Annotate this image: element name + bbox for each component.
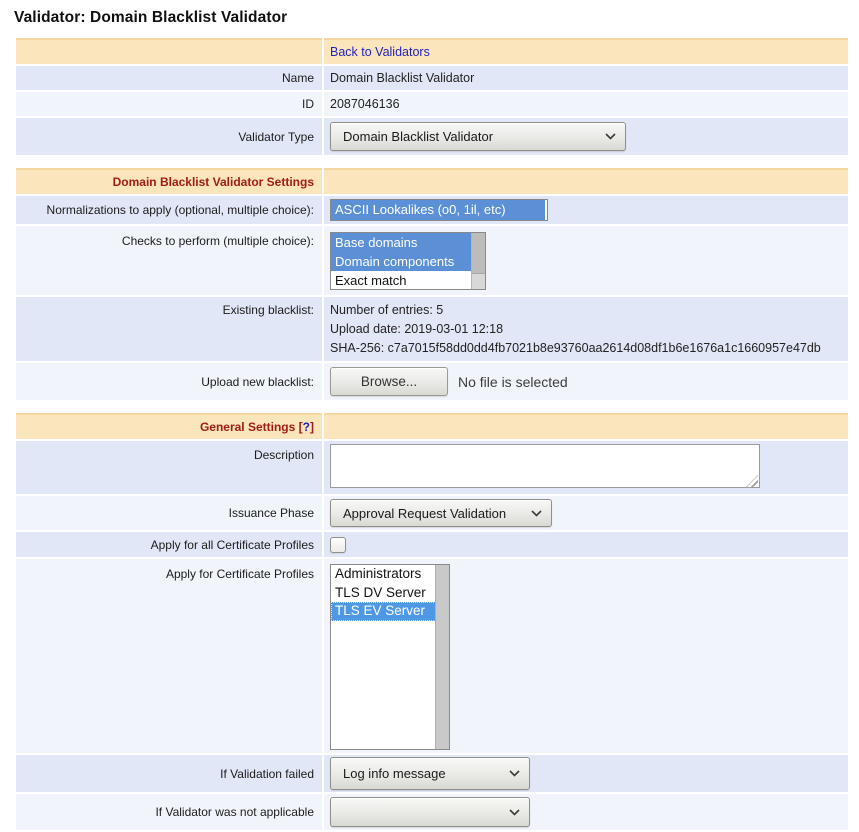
- description-cell: [324, 441, 848, 494]
- normalizations-row: Normalizations to apply (optional, multi…: [16, 196, 848, 224]
- header-spacer-cell: [16, 38, 322, 64]
- normalizations-label: Normalizations to apply (optional, multi…: [16, 196, 322, 224]
- checks-option-base-domains[interactable]: Base domains: [331, 233, 472, 252]
- upload-blacklist-label: Upload new blacklist:: [16, 363, 322, 400]
- name-row: Name Domain Blacklist Validator: [16, 66, 848, 90]
- browse-button[interactable]: Browse...: [330, 367, 448, 396]
- blacklist-settings-table: Domain Blacklist Validator Settings Norm…: [14, 166, 850, 402]
- id-label: ID: [16, 92, 322, 116]
- issuance-phase-cell: Approval Request Validation: [324, 496, 848, 530]
- apply-profiles-cell: Administrators TLS DV Server TLS EV Serv…: [324, 559, 848, 753]
- checks-cell: Base domains Domain components Exact mat…: [324, 226, 848, 295]
- normalizations-select[interactable]: ASCII Lookalikes (o0, 1il, etc): [330, 199, 548, 221]
- profiles-listbox-scrollbar[interactable]: [435, 565, 449, 749]
- validator-type-selected-value: Domain Blacklist Validator: [343, 129, 493, 144]
- general-header-spacer: [324, 413, 848, 439]
- chevron-down-icon: [605, 133, 616, 140]
- apply-all-profiles-label: Apply for all Certificate Profiles: [16, 532, 322, 557]
- existing-blacklist-cell: Number of entries: 5 Upload date: 2019-0…: [324, 297, 848, 361]
- header-link-cell: Back to Validators: [324, 38, 848, 64]
- id-value: 2087046136: [324, 92, 848, 116]
- profile-option-tls-ev-server[interactable]: TLS EV Server: [331, 602, 436, 621]
- blacklist-entry-count: Number of entries: 5: [330, 301, 840, 320]
- chevron-down-icon: [531, 510, 542, 517]
- blacklist-upload-date: Upload date: 2019-03-01 12:18: [330, 320, 840, 339]
- validator-not-applicable-select[interactable]: [330, 797, 530, 827]
- checks-select-scrollbar[interactable]: [471, 233, 485, 289]
- existing-blacklist-label: Existing blacklist:: [16, 297, 322, 361]
- settings-section-title: Domain Blacklist Validator Settings: [113, 175, 314, 189]
- upload-blacklist-cell: Browse... No file is selected: [324, 363, 848, 400]
- validator-not-applicable-cell: [324, 794, 848, 830]
- back-to-validators-link[interactable]: Back to Validators: [330, 45, 430, 59]
- validator-type-label: Validator Type: [16, 118, 322, 155]
- settings-header-cell: Domain Blacklist Validator Settings: [16, 168, 322, 194]
- validator-not-applicable-label: If Validator was not applicable: [16, 794, 322, 830]
- name-label: Name: [16, 66, 322, 90]
- issuance-phase-selected-value: Approval Request Validation: [343, 506, 506, 521]
- checks-option-exact-match[interactable]: Exact match: [331, 271, 472, 290]
- settings-header-row: Domain Blacklist Validator Settings: [16, 168, 848, 194]
- description-row: Description: [16, 441, 848, 494]
- validation-failed-label: If Validation failed: [16, 755, 322, 792]
- description-textarea[interactable]: [330, 444, 760, 488]
- apply-all-profiles-checkbox[interactable]: [330, 537, 346, 553]
- upload-blacklist-row: Upload new blacklist: Browse... No file …: [16, 363, 848, 400]
- checks-option-domain-components[interactable]: Domain components: [331, 252, 472, 271]
- description-label: Description: [16, 441, 322, 494]
- normalizations-cell: ASCII Lookalikes (o0, 1il, etc): [324, 196, 848, 224]
- checks-row: Checks to perform (multiple choice): Bas…: [16, 226, 848, 295]
- help-link[interactable]: ?: [303, 420, 310, 434]
- chevron-down-icon: [509, 809, 520, 816]
- normalizations-option-ascii-lookalikes[interactable]: ASCII Lookalikes (o0, 1il, etc): [331, 200, 545, 220]
- settings-header-spacer: [324, 168, 848, 194]
- validator-type-row: Validator Type Domain Blacklist Validato…: [16, 118, 848, 155]
- existing-blacklist-row: Existing blacklist: Number of entries: 5…: [16, 297, 848, 361]
- general-settings-table: General Settings [?] Description Issuanc…: [14, 411, 850, 832]
- issuance-phase-select[interactable]: Approval Request Validation: [330, 499, 552, 527]
- page-title: Validator: Domain Blacklist Validator: [14, 9, 859, 27]
- validator-type-cell: Domain Blacklist Validator: [324, 118, 848, 155]
- table-header-row: Back to Validators: [16, 38, 848, 64]
- general-section-title: General Settings: [200, 420, 295, 434]
- checks-scrollbar-thumb[interactable]: [472, 233, 485, 274]
- apply-profiles-row: Apply for Certificate Profiles Administr…: [16, 559, 848, 753]
- validation-failed-select[interactable]: Log info message: [330, 757, 530, 790]
- issuance-phase-label: Issuance Phase: [16, 496, 322, 530]
- general-header-cell: General Settings [?]: [16, 413, 322, 439]
- validator-not-applicable-row: If Validator was not applicable: [16, 794, 848, 830]
- blacklist-sha256: SHA-256: c7a7015f58dd0dd4fb7021b8e93760a…: [330, 339, 840, 358]
- checks-select[interactable]: Base domains Domain components Exact mat…: [330, 232, 486, 290]
- validator-info-table: Back to Validators Name Domain Blacklist…: [14, 36, 850, 157]
- validation-failed-row: If Validation failed Log info message: [16, 755, 848, 792]
- issuance-phase-row: Issuance Phase Approval Request Validati…: [16, 496, 848, 530]
- validation-failed-selected-value: Log info message: [343, 766, 446, 781]
- validator-type-select[interactable]: Domain Blacklist Validator: [330, 122, 626, 151]
- profile-option-tls-dv-server[interactable]: TLS DV Server: [331, 584, 436, 603]
- apply-all-profiles-cell: [324, 532, 848, 557]
- apply-all-profiles-row: Apply for all Certificate Profiles: [16, 532, 848, 557]
- profile-option-administrators[interactable]: Administrators: [331, 565, 436, 584]
- help-bracket-close: ]: [310, 420, 314, 434]
- certificate-profiles-listbox[interactable]: Administrators TLS DV Server TLS EV Serv…: [330, 564, 450, 750]
- general-header-row: General Settings [?]: [16, 413, 848, 439]
- id-row: ID 2087046136: [16, 92, 848, 116]
- chevron-down-icon: [509, 770, 520, 777]
- file-status-text: No file is selected: [458, 374, 568, 390]
- apply-profiles-label: Apply for Certificate Profiles: [16, 559, 322, 753]
- checks-label: Checks to perform (multiple choice):: [16, 226, 322, 295]
- name-value: Domain Blacklist Validator: [324, 66, 848, 90]
- validation-failed-cell: Log info message: [324, 755, 848, 792]
